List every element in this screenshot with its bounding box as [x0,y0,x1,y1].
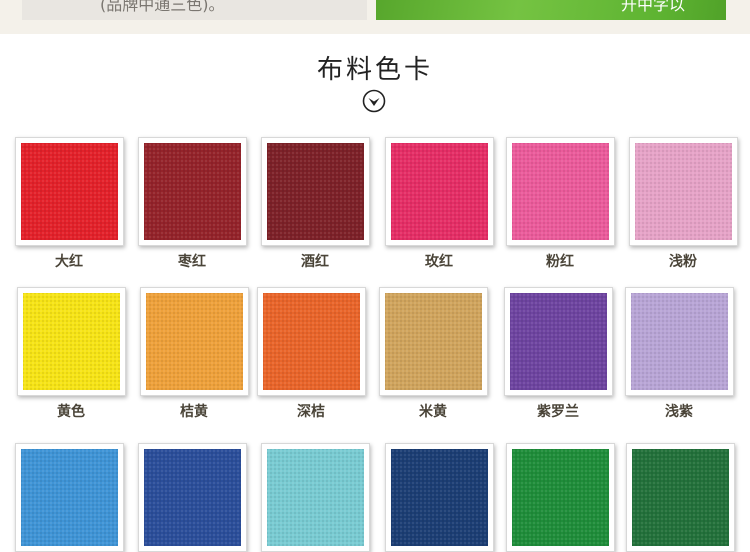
swatch-label: 黄色 [57,404,85,420]
swatch-color-fill [632,449,729,546]
swatch-label: 玫红 [425,254,453,270]
swatch-color-fill [144,449,241,546]
swatch-color-fill [635,143,732,240]
color-swatch [506,443,615,552]
swatch-label: 米黄 [419,404,447,420]
color-swatch [626,443,735,552]
color-swatch [629,137,738,246]
color-swatch [138,443,247,552]
swatch-color-fill [23,293,120,390]
swatch-label: 紫罗兰 [537,404,579,420]
top-banner-strip: (品牌中通三色)。 开中字以 [0,0,750,34]
color-swatch [625,287,734,396]
swatch-label: 浅紫 [665,404,693,420]
swatch-color-fill [512,143,609,240]
color-swatch [140,287,249,396]
swatch-label: 大红 [55,254,83,270]
color-swatch [261,443,370,552]
swatch-color-fill [267,449,364,546]
swatch-color-fill [391,143,488,240]
top-right-green-banner: 开中字以 [376,0,726,20]
color-swatch [379,287,488,396]
chevron-down-circle-icon [362,89,386,113]
swatch-color-fill [510,293,607,390]
swatch-label: 浅粉 [669,254,697,270]
swatch-color-fill [267,143,364,240]
top-right-text: 开中字以 [621,0,686,14]
color-swatch [385,137,494,246]
swatch-color-fill [263,293,360,390]
swatch-label: 粉红 [546,254,574,270]
swatch-color-fill [146,293,243,390]
swatch-label: 酒红 [301,254,329,270]
swatch-label: 桔黄 [180,404,208,420]
color-swatch [138,137,247,246]
swatch-color-fill [21,449,118,546]
swatch-color-fill [21,143,118,240]
color-swatch [15,443,124,552]
color-swatch [17,287,126,396]
swatch-color-fill [512,449,609,546]
swatch-color-fill [391,449,488,546]
swatch-color-fill [144,143,241,240]
top-left-text: (品牌中通三色)。 [100,0,225,14]
color-swatch [506,137,615,246]
color-swatch [261,137,370,246]
swatch-label: 枣红 [178,254,206,270]
swatch-color-fill [631,293,728,390]
color-swatch [257,287,366,396]
color-swatch [15,137,124,246]
section-title: 布料色卡 [316,55,433,85]
top-left-panel: (品牌中通三色)。 [22,0,367,20]
color-swatch [385,443,494,552]
swatch-label: 深桔 [297,404,325,420]
color-swatch [504,287,613,396]
swatch-color-fill [385,293,482,390]
